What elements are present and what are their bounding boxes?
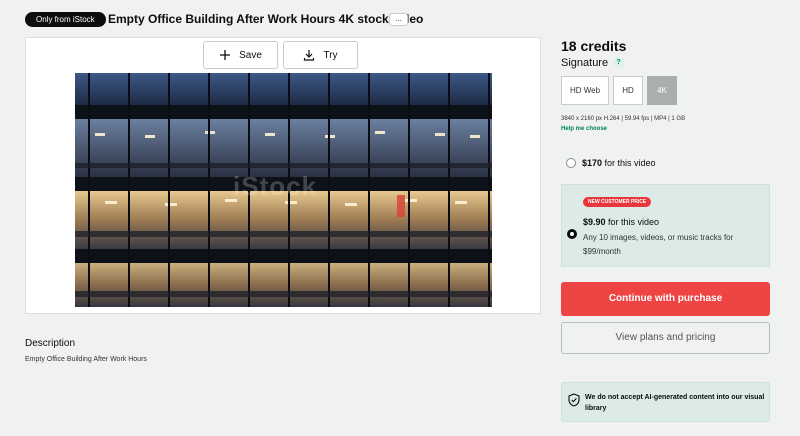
option-new-customer-subtext: Any 10 images, videos, or music tracks f…: [583, 233, 734, 256]
description-heading: Description: [25, 338, 76, 349]
option-single-text: $170 for this video: [582, 158, 656, 169]
page-title: Empty Office Building After Work Hours 4…: [108, 12, 424, 26]
resolution-4k-button[interactable]: 4K: [647, 76, 677, 105]
resolution-hd-web-button[interactable]: HD Web: [561, 76, 609, 105]
credits-label: 18 credits: [561, 38, 627, 54]
description-text: Empty Office Building After Work Hours: [25, 356, 147, 363]
ai-notice: We do not accept AI-generated content in…: [561, 382, 770, 422]
video-preview-panel: Save Try iStock: [25, 37, 541, 314]
try-button[interactable]: Try: [283, 41, 358, 69]
option-new-customer-price: $9.90: [583, 217, 606, 227]
only-from-istock-badge: Only from iStock: [25, 12, 106, 27]
download-icon: [304, 50, 315, 61]
help-icon[interactable]: ?: [613, 57, 624, 68]
save-label: Save: [239, 49, 262, 61]
try-label: Try: [323, 49, 338, 61]
resolution-hd-button[interactable]: HD: [613, 76, 643, 105]
option-single-suffix: for this video: [602, 158, 656, 168]
option-new-customer-suffix: for this video: [605, 217, 660, 227]
continue-purchase-button[interactable]: Continue with purchase: [561, 282, 770, 316]
new-customer-badge: NEW CUSTOMER PRICE: [583, 197, 652, 207]
plan-name: Signature: [561, 57, 609, 69]
shield-icon: [568, 393, 580, 407]
ai-notice-text: We do not accept AI-generated content in…: [585, 394, 765, 412]
save-button[interactable]: Save: [203, 41, 278, 69]
more-options-button[interactable]: ...: [389, 13, 408, 26]
option-new-customer-radio[interactable]: [567, 229, 577, 239]
option-single-radio[interactable]: [566, 158, 576, 168]
price-option-new-customer[interactable]: NEW CUSTOMER PRICE $9.90 for this video …: [561, 184, 770, 267]
view-plans-button[interactable]: View plans and pricing: [561, 322, 770, 354]
help-me-choose-link[interactable]: Help me choose: [561, 125, 607, 133]
file-specs: 3840 x 2160 px H.264 | 59.94 fps | MP4 |…: [561, 116, 686, 122]
option-new-customer-text: $9.90 for this video: [583, 217, 659, 228]
video-thumbnail[interactable]: iStock: [75, 73, 492, 307]
istock-watermark: iStock: [233, 171, 318, 201]
plus-icon: [220, 50, 231, 60]
option-single-price: $170: [582, 158, 603, 168]
price-option-single[interactable]: $170 for this video: [561, 150, 770, 177]
